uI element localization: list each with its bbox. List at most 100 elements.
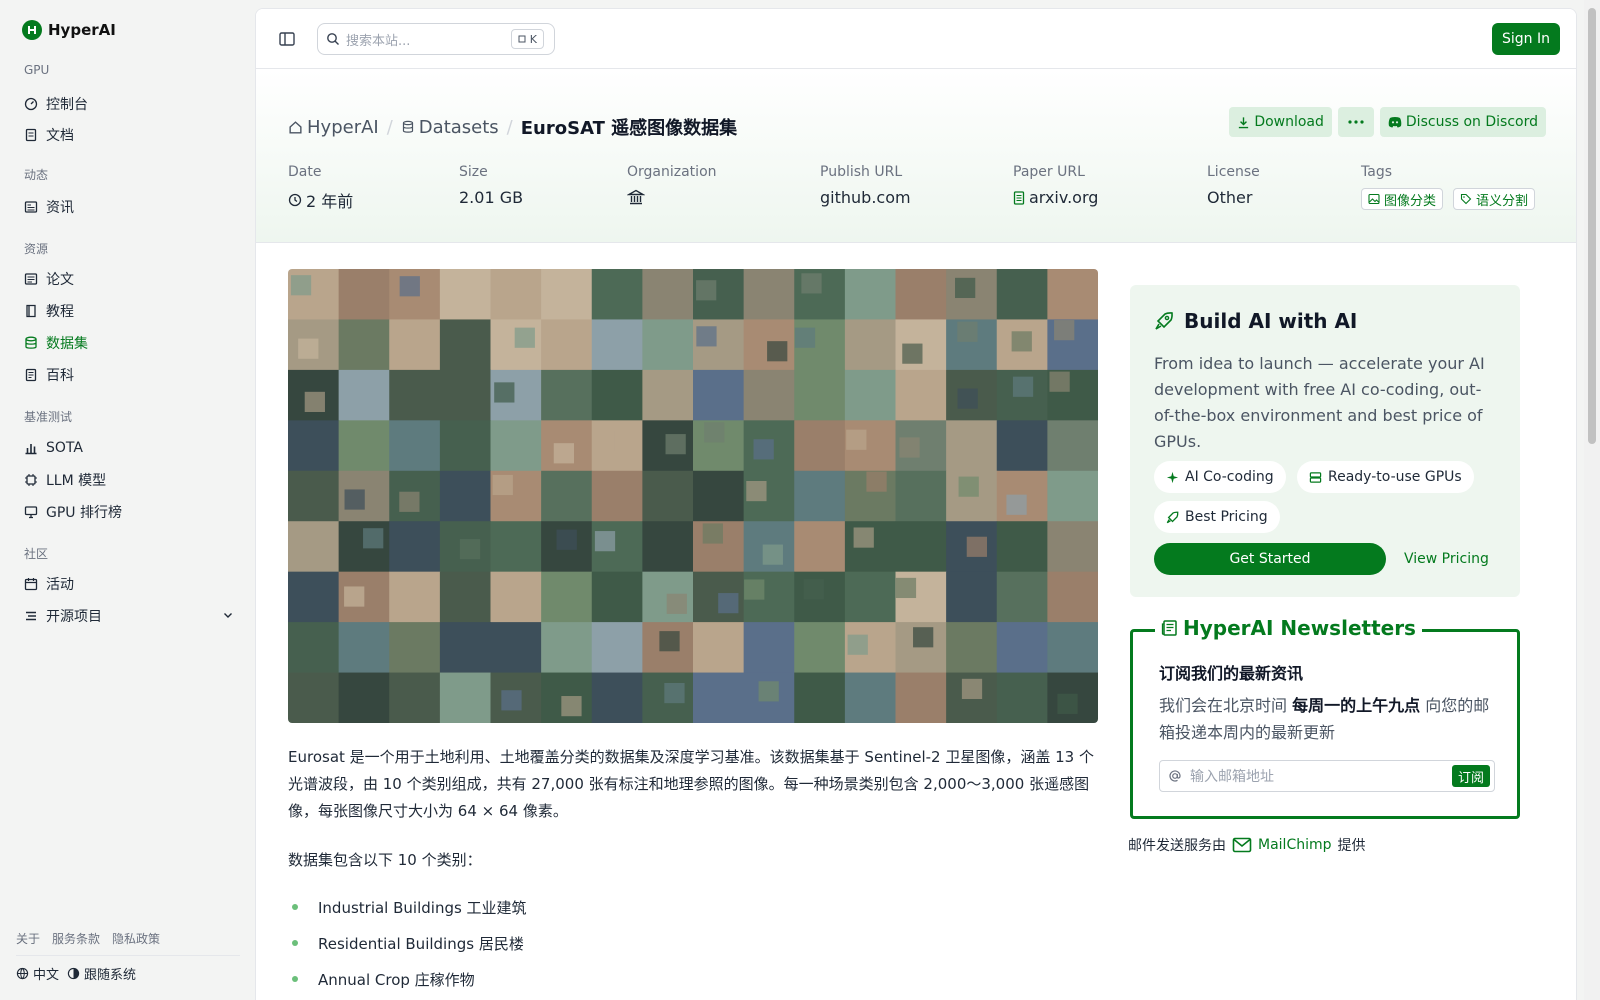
sidebar-item-llm[interactable]: LLM 模型 <box>24 466 234 494</box>
document-icon <box>1013 190 1025 205</box>
email-field[interactable]: 输入邮箱地址 订阅 <box>1159 760 1495 792</box>
scrollbar[interactable] <box>1584 0 1600 1000</box>
subscribe-button[interactable]: 订阅 <box>1451 765 1490 787</box>
mosaic-tile <box>1047 571 1098 623</box>
sidebar-item-papers[interactable]: 论文 <box>24 265 234 293</box>
tag-icon <box>1460 193 1472 205</box>
mosaic-tile <box>439 622 492 674</box>
breadcrumb-datasets[interactable]: Datasets <box>401 117 499 138</box>
mosaic-tile <box>946 622 998 674</box>
mosaic-patch <box>746 480 767 502</box>
topbar: 搜索本站... K Sign In <box>256 9 1576 69</box>
paper-url-link[interactable]: arxiv.org <box>1013 188 1098 207</box>
mosaic-tile <box>591 269 643 320</box>
footer-links: 关于 服务条款 隐私政策 <box>16 930 160 947</box>
breadcrumb-separator: / <box>386 116 393 138</box>
sidebar-item-gpu-ranking[interactable]: GPU 排行榜 <box>24 498 234 526</box>
sidebar-toggle-icon[interactable] <box>278 30 296 48</box>
provider-suffix: 提供 <box>1337 838 1366 854</box>
mosaic-tile <box>996 571 1048 623</box>
theme-label: 跟随系统 <box>84 968 137 983</box>
chevron-down-icon[interactable] <box>222 609 234 621</box>
logo[interactable]: HyperAI <box>22 20 116 40</box>
mosaic-tile <box>996 672 1048 723</box>
tag-image-classification[interactable]: 图像分类 <box>1361 188 1444 210</box>
search-input[interactable]: 搜索本站... K <box>317 23 555 55</box>
mosaic-patch <box>895 577 917 599</box>
sidebar-item-sota[interactable]: SOTA <box>24 434 234 462</box>
newspaper-icon <box>1161 620 1177 636</box>
mosaic-tile <box>541 369 593 421</box>
download-icon <box>1239 116 1249 128</box>
category-label: Industrial Buildings 工业建筑 <box>318 898 527 917</box>
dataset-description: Eurosat 是一个用于土地利用、土地覆盖分类的数据集及深度学习基准。该数据集… <box>288 748 1094 820</box>
sidebar-item-news[interactable]: 资讯 <box>24 193 234 221</box>
date-value: 2 年前 <box>306 192 354 211</box>
sidebar-item-datasets[interactable]: 数据集 <box>24 329 234 357</box>
view-pricing-link[interactable]: View Pricing <box>1404 551 1489 567</box>
mosaic-patch <box>494 382 515 403</box>
sidebar-item-console[interactable]: 控制台 <box>24 90 234 118</box>
promo-title-text: Build AI with AI <box>1184 309 1358 333</box>
footer-link-about[interactable]: 关于 <box>16 930 40 947</box>
footer-link-terms[interactable]: 服务条款 <box>52 930 100 947</box>
sidebar-item-label: 文档 <box>46 128 74 144</box>
tag-semantic-segmentation[interactable]: 语义分割 <box>1453 188 1536 210</box>
publish-url-link[interactable]: github.com <box>820 188 911 207</box>
sidebar-item-docs[interactable]: 文档 <box>24 121 234 149</box>
page-title: EuroSAT 遥感图像数据集 <box>520 118 738 139</box>
sidebar-item-open-source[interactable]: 开源项目 <box>24 602 234 630</box>
mosaic-tile <box>794 622 846 674</box>
theme-selector[interactable]: 跟随系统 <box>67 964 136 983</box>
mosaic-patch <box>913 627 934 648</box>
bullet <box>292 904 298 910</box>
mosaic-patch <box>958 476 979 497</box>
discord-button[interactable]: Discuss on Discord <box>1379 107 1546 137</box>
newsletter-legend: HyperAI Newsletters <box>1155 616 1422 640</box>
footer-link-privacy[interactable]: 隐私政策 <box>112 930 160 947</box>
more-options-button[interactable] <box>1337 107 1374 137</box>
mosaic-tile <box>591 470 643 522</box>
search-icon <box>327 33 339 45</box>
mosaic-tile <box>794 420 846 472</box>
breadcrumb: HyperAI / Datasets / EuroSAT 遥感图像数据集 <box>288 114 737 140</box>
sidebar-item-wiki[interactable]: 百科 <box>24 361 234 389</box>
mosaic-tile <box>895 269 947 320</box>
mosaic-tile <box>1047 470 1098 522</box>
mosaic-patch <box>846 429 867 450</box>
mosaic-tile <box>288 470 340 522</box>
sidebar-item-label: 活动 <box>46 577 74 593</box>
dataset-header: HyperAI / Datasets / EuroSAT 遥感图像数据集 Dow… <box>256 70 1576 243</box>
mosaic-patch <box>344 489 365 510</box>
section-benchmarks: 基准测试 <box>24 410 73 424</box>
mosaic-tile <box>693 672 745 723</box>
mailchimp-link[interactable]: MailChimp <box>1258 837 1332 853</box>
sidebar-item-label: 资讯 <box>46 200 74 216</box>
meta-label: Tags <box>1361 164 1392 180</box>
mosaic-tile <box>439 369 492 421</box>
sidebar-item-tutorials[interactable]: 教程 <box>24 297 234 325</box>
get-started-button[interactable]: Get Started <box>1154 543 1386 575</box>
newsletter-box: HyperAI Newsletters 订阅我们的最新资讯 我们会在北京时间 每… <box>1130 616 1520 819</box>
mosaic-tile <box>439 420 492 472</box>
breadcrumb-home[interactable]: HyperAI <box>288 117 379 138</box>
clock-icon <box>288 193 302 207</box>
download-button[interactable]: Download <box>1229 107 1332 137</box>
breadcrumb-separator: / <box>506 116 513 138</box>
mosaic-tile <box>338 420 390 472</box>
sidebar-item-events[interactable]: 活动 <box>24 570 234 598</box>
mosaic-patch <box>758 681 779 702</box>
mosaic-tile <box>439 269 492 320</box>
mosaic-tile <box>591 319 643 371</box>
scroll-thumb[interactable] <box>1588 8 1596 444</box>
download-label: Download <box>1254 114 1324 130</box>
section-resources: 资源 <box>24 242 49 256</box>
hyperai-logo-icon <box>22 20 42 40</box>
mosaic-patch <box>556 529 577 550</box>
mosaic-patch <box>957 321 978 342</box>
sign-in-button[interactable]: Sign In <box>1492 23 1560 55</box>
mosaic-tile <box>895 470 947 522</box>
language-selector[interactable]: 中文 <box>16 964 59 983</box>
meta-license: License Other <box>1207 164 1260 207</box>
discord-icon <box>1388 116 1402 128</box>
